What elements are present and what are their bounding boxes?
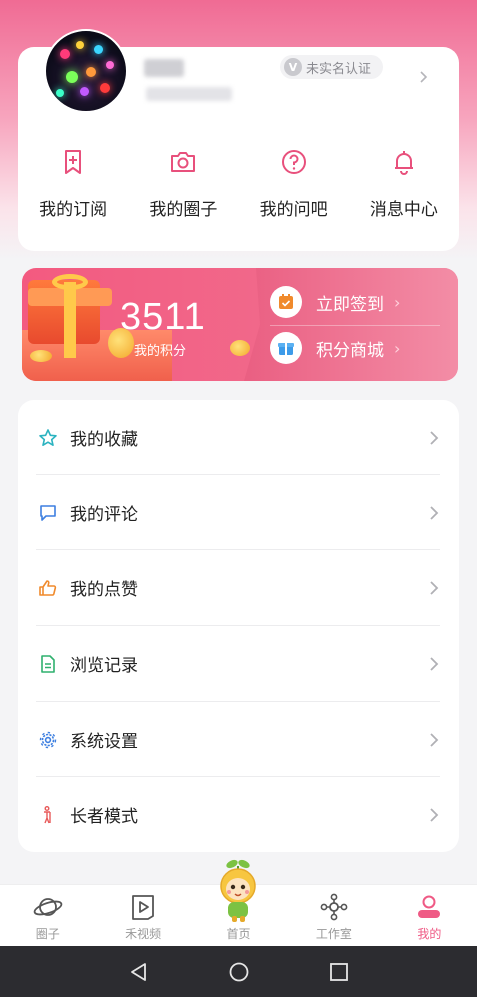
menu-item-likes[interactable]: 我的点赞 — [18, 550, 459, 625]
camera-icon — [171, 152, 196, 172]
chevron-right-icon: › — [394, 292, 401, 312]
menu-item-history[interactable]: 浏览记录 — [18, 626, 459, 701]
tab-label: 工作室 — [315, 927, 352, 941]
thumbs-up-icon — [38, 578, 58, 598]
menu-item-label: 我的评论 — [70, 505, 138, 525]
username-redacted — [144, 59, 184, 77]
tab-label: 禾视频 — [125, 927, 162, 941]
home-icon[interactable] — [228, 961, 250, 983]
comment-icon — [38, 503, 58, 523]
menu-item-label: 系统设置 — [70, 732, 138, 752]
document-icon — [38, 654, 58, 674]
points-label: 我的积分 — [134, 344, 187, 359]
quick-link-label: 我的订阅 — [39, 200, 108, 220]
gift-icon — [28, 274, 112, 358]
bell-icon — [394, 151, 413, 175]
chevron-right-icon — [430, 807, 439, 822]
chevron-right-icon — [430, 732, 439, 747]
quick-link-label: 我的圈子 — [149, 200, 218, 220]
person-icon — [418, 895, 441, 918]
user-id-redacted — [146, 87, 232, 101]
video-play-icon — [132, 895, 155, 920]
checkin-label: 立即签到 — [316, 294, 384, 315]
points-value: 3511 — [120, 296, 206, 338]
menu-item-favorites[interactable]: 我的收藏 — [18, 400, 459, 475]
menu-list: 我的收藏 我的评论 我的点赞 浏览记录 系统设置 长者模式 — [18, 400, 459, 852]
tab-mine[interactable]: 我的 — [382, 885, 477, 946]
quick-link-label: 消息中心 — [369, 200, 438, 220]
tab-label: 首页 — [226, 927, 251, 941]
points-mall-label: 积分商城 — [316, 340, 384, 361]
menu-item-comments[interactable]: 我的评论 — [18, 475, 459, 550]
menu-item-elder-mode[interactable]: 长者模式 — [18, 777, 459, 852]
gift-small-icon — [270, 332, 302, 364]
gear-icon — [38, 730, 58, 750]
recents-icon[interactable] — [328, 961, 350, 983]
verify-icon: V — [284, 58, 302, 76]
points-mall-button[interactable]: 积分商城 › — [270, 331, 400, 365]
checkin-button[interactable]: 立即签到 › — [270, 285, 400, 319]
quick-links: 我的订阅 我的圈子 我的问吧 消息中心 — [18, 147, 459, 227]
points-banner: 3511 我的积分 立即签到 › 积分商城 › — [22, 268, 458, 381]
system-nav-bar — [0, 946, 477, 997]
subscribe-icon — [65, 150, 82, 174]
elder-icon — [38, 805, 58, 825]
mascot-icon[interactable] — [214, 858, 262, 924]
tab-circle[interactable]: 圈子 — [0, 885, 95, 946]
quick-link-circle[interactable]: 我的圈子 — [128, 147, 238, 227]
calendar-icon — [270, 286, 302, 318]
quick-link-messages[interactable]: 消息中心 — [349, 147, 459, 227]
tab-studio[interactable]: 工作室 — [286, 885, 381, 946]
quick-link-label: 我的问吧 — [259, 200, 328, 220]
chevron-right-icon[interactable] — [416, 65, 432, 89]
verify-label: 未实名认证 — [306, 61, 372, 77]
studio-icon — [320, 893, 348, 921]
menu-item-label: 我的收藏 — [70, 430, 138, 450]
chevron-right-icon — [430, 580, 439, 595]
star-icon — [38, 428, 58, 448]
avatar[interactable] — [44, 29, 128, 113]
planet-icon — [33, 898, 63, 916]
chevron-right-icon — [430, 656, 439, 671]
menu-item-settings[interactable]: 系统设置 — [18, 702, 459, 777]
quick-link-ask[interactable]: 我的问吧 — [239, 147, 349, 227]
coin-icon — [230, 340, 250, 356]
chevron-right-icon: › — [394, 338, 401, 358]
chevron-right-icon — [430, 505, 439, 520]
menu-item-label: 长者模式 — [70, 807, 138, 827]
quick-link-subscribe[interactable]: 我的订阅 — [18, 147, 128, 227]
verify-badge[interactable]: V 未实名认证 — [280, 55, 384, 79]
menu-item-label: 浏览记录 — [70, 656, 138, 676]
divider — [270, 325, 440, 326]
chevron-right-icon — [430, 430, 439, 445]
menu-item-label: 我的点赞 — [70, 580, 138, 600]
tab-label: 我的 — [417, 927, 442, 941]
tab-video[interactable]: 禾视频 — [95, 885, 190, 946]
coin-icon — [30, 350, 52, 362]
profile-card: V 未实名认证 我的订阅 我的圈子 我的问吧 消息中心 — [18, 29, 459, 251]
tab-label: 圈子 — [35, 927, 60, 941]
back-icon[interactable] — [128, 961, 150, 983]
question-icon — [281, 150, 306, 174]
